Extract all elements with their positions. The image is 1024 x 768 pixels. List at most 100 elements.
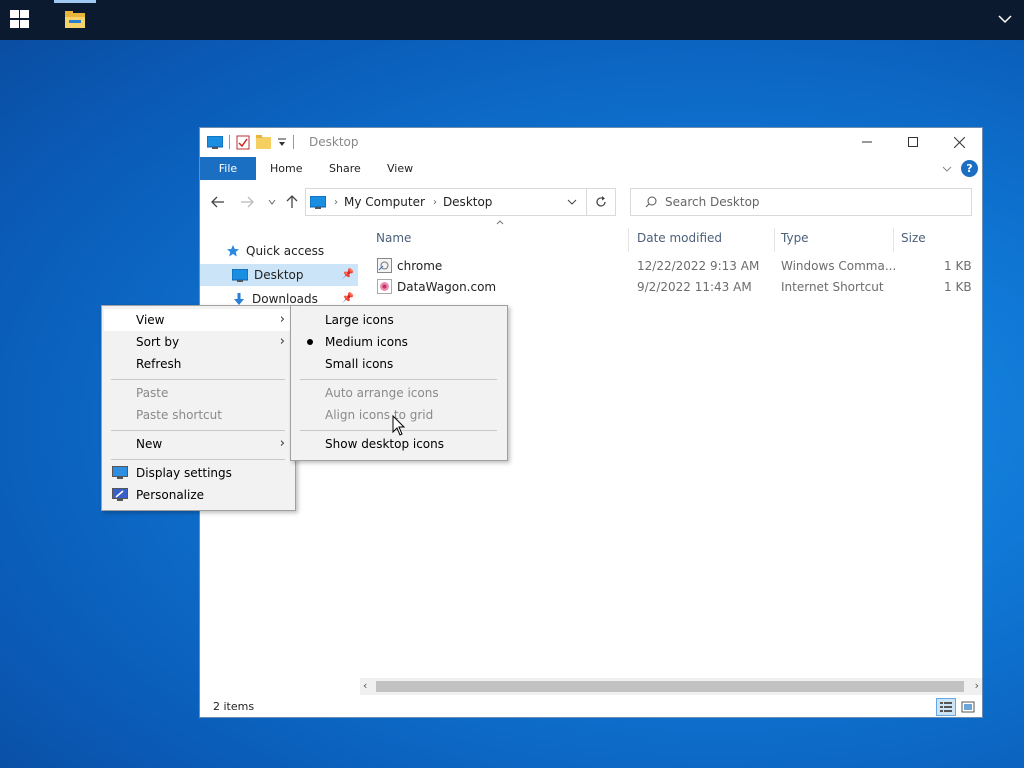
scroll-left-icon[interactable]: ‹ xyxy=(363,679,367,692)
nav-item-label: Desktop xyxy=(254,268,304,282)
display-settings-icon xyxy=(112,466,128,479)
scroll-right-icon[interactable]: › xyxy=(975,679,979,692)
menu-item-personalize[interactable]: Personalize xyxy=(104,484,293,506)
nav-desktop[interactable]: Desktop 📌 xyxy=(200,264,358,286)
breadcrumb-my-computer[interactable]: My Computer xyxy=(344,195,425,209)
nav-item-label: Downloads xyxy=(252,292,318,306)
chevron-down-icon[interactable] xyxy=(998,12,1012,26)
menu-item-label: Personalize xyxy=(136,488,205,502)
chevron-right-icon: › xyxy=(279,312,285,327)
ribbon-controls: ? xyxy=(941,160,978,177)
menu-item-paste-shortcut[interactable]: Paste shortcut xyxy=(104,404,293,426)
menu-item-label: New xyxy=(136,437,163,451)
details-view-icon xyxy=(940,702,952,712)
download-icon xyxy=(234,293,244,305)
sort-ascending-icon xyxy=(496,220,504,225)
column-divider[interactable] xyxy=(774,228,775,252)
mouse-cursor-icon xyxy=(392,415,406,436)
ribbon-tabs: File Home Share View ? xyxy=(200,157,982,180)
view-submenu: Large icons Medium icons Small icons Aut… xyxy=(290,305,508,461)
tab-home[interactable]: Home xyxy=(270,157,302,180)
horizontal-scrollbar[interactable]: ‹ › xyxy=(360,678,982,695)
column-header-type[interactable]: Type xyxy=(781,228,809,248)
column-header-date[interactable]: Date modified xyxy=(637,228,722,248)
menu-item-label: Auto arrange icons xyxy=(325,386,439,400)
back-button[interactable] xyxy=(208,192,228,212)
menu-item-label: Display settings xyxy=(136,466,232,480)
minimize-button[interactable] xyxy=(844,128,890,156)
separator xyxy=(293,135,294,149)
pin-icon: 📌 xyxy=(341,269,354,280)
column-divider[interactable] xyxy=(893,228,894,252)
file-row[interactable]: chrome 12/22/2022 9:13 AM Windows Comma.… xyxy=(370,256,976,277)
menu-item-refresh[interactable]: Refresh xyxy=(104,353,293,375)
chevron-right-icon: › xyxy=(279,436,285,451)
scrollbar-thumb[interactable] xyxy=(376,681,964,692)
title-bar: Desktop xyxy=(200,128,982,156)
large-icons-view-icon xyxy=(961,701,975,713)
star-icon xyxy=(227,245,239,257)
column-header-size[interactable]: Size xyxy=(901,228,926,248)
menu-item-auto-arrange[interactable]: Auto arrange icons xyxy=(293,382,505,404)
forward-button[interactable] xyxy=(237,192,257,212)
menu-separator xyxy=(111,459,285,460)
taskbar xyxy=(0,0,1024,40)
search-placeholder: Search Desktop xyxy=(665,195,760,209)
tab-file[interactable]: File xyxy=(200,157,256,180)
nav-quick-access[interactable]: Quick access xyxy=(200,240,358,262)
maximize-icon xyxy=(908,137,918,147)
menu-item-label: View xyxy=(136,313,165,327)
breadcrumb-separator-icon: › xyxy=(334,196,338,208)
details-view-button[interactable] xyxy=(936,698,956,716)
menu-item-sort-by[interactable]: Sort by › xyxy=(104,331,293,353)
address-bar[interactable]: › My Computer › Desktop xyxy=(305,188,587,216)
file-size: 1 KB xyxy=(944,259,972,273)
menu-item-new[interactable]: New › xyxy=(104,433,293,455)
help-icon[interactable]: ? xyxy=(961,160,978,177)
breadcrumb-separator-icon: › xyxy=(432,196,437,208)
breadcrumb-desktop[interactable]: Desktop xyxy=(443,195,493,209)
menu-item-small-icons[interactable]: Small icons xyxy=(293,353,505,375)
column-divider[interactable] xyxy=(628,228,629,252)
arrow-up-icon xyxy=(286,195,298,208)
new-folder-icon[interactable] xyxy=(256,135,271,149)
tab-share[interactable]: Share xyxy=(329,157,361,180)
menu-item-large-icons[interactable]: Large icons xyxy=(293,309,505,331)
recent-locations-button[interactable] xyxy=(262,192,282,212)
minimize-icon xyxy=(862,141,872,143)
properties-icon[interactable] xyxy=(236,135,250,150)
windows-logo-icon[interactable] xyxy=(10,10,32,30)
file-explorer-taskbar-button[interactable] xyxy=(54,0,96,40)
chevron-down-icon xyxy=(268,199,276,205)
large-icons-view-button[interactable] xyxy=(958,698,978,716)
close-icon xyxy=(953,136,965,148)
maximize-button[interactable] xyxy=(890,128,936,156)
menu-item-view[interactable]: View › xyxy=(104,309,293,331)
file-row[interactable]: DataWagon.com 9/2/2022 11:43 AM Internet… xyxy=(370,277,976,298)
shortcut-icon xyxy=(377,258,392,273)
desktop-icon xyxy=(232,268,248,282)
search-icon xyxy=(645,196,657,208)
desktop-context-menu: View › Sort by › Refresh Paste Paste sho… xyxy=(101,305,296,511)
menu-item-medium-icons[interactable]: Medium icons xyxy=(293,331,505,353)
address-dropdown-button[interactable] xyxy=(558,189,586,215)
separator xyxy=(229,135,230,149)
up-button[interactable] xyxy=(282,192,302,212)
close-button[interactable] xyxy=(936,128,982,156)
column-header-name[interactable]: Name xyxy=(376,228,411,248)
menu-item-label: Paste xyxy=(136,386,169,400)
selected-bullet-icon xyxy=(307,339,313,345)
search-box[interactable]: Search Desktop xyxy=(630,188,972,216)
expand-ribbon-icon[interactable] xyxy=(941,163,953,175)
tab-view[interactable]: View xyxy=(387,157,413,180)
customize-dropdown-icon[interactable] xyxy=(277,137,287,147)
menu-item-display-settings[interactable]: Display settings xyxy=(104,462,293,484)
menu-item-label: Sort by xyxy=(136,335,180,349)
chevron-down-icon xyxy=(567,199,577,205)
item-count: 2 items xyxy=(213,700,255,713)
menu-item-paste[interactable]: Paste xyxy=(104,382,293,404)
active-indicator xyxy=(54,0,96,3)
file-date: 12/22/2022 9:13 AM xyxy=(637,259,760,273)
refresh-button[interactable] xyxy=(587,188,616,216)
file-name: DataWagon.com xyxy=(397,280,497,294)
